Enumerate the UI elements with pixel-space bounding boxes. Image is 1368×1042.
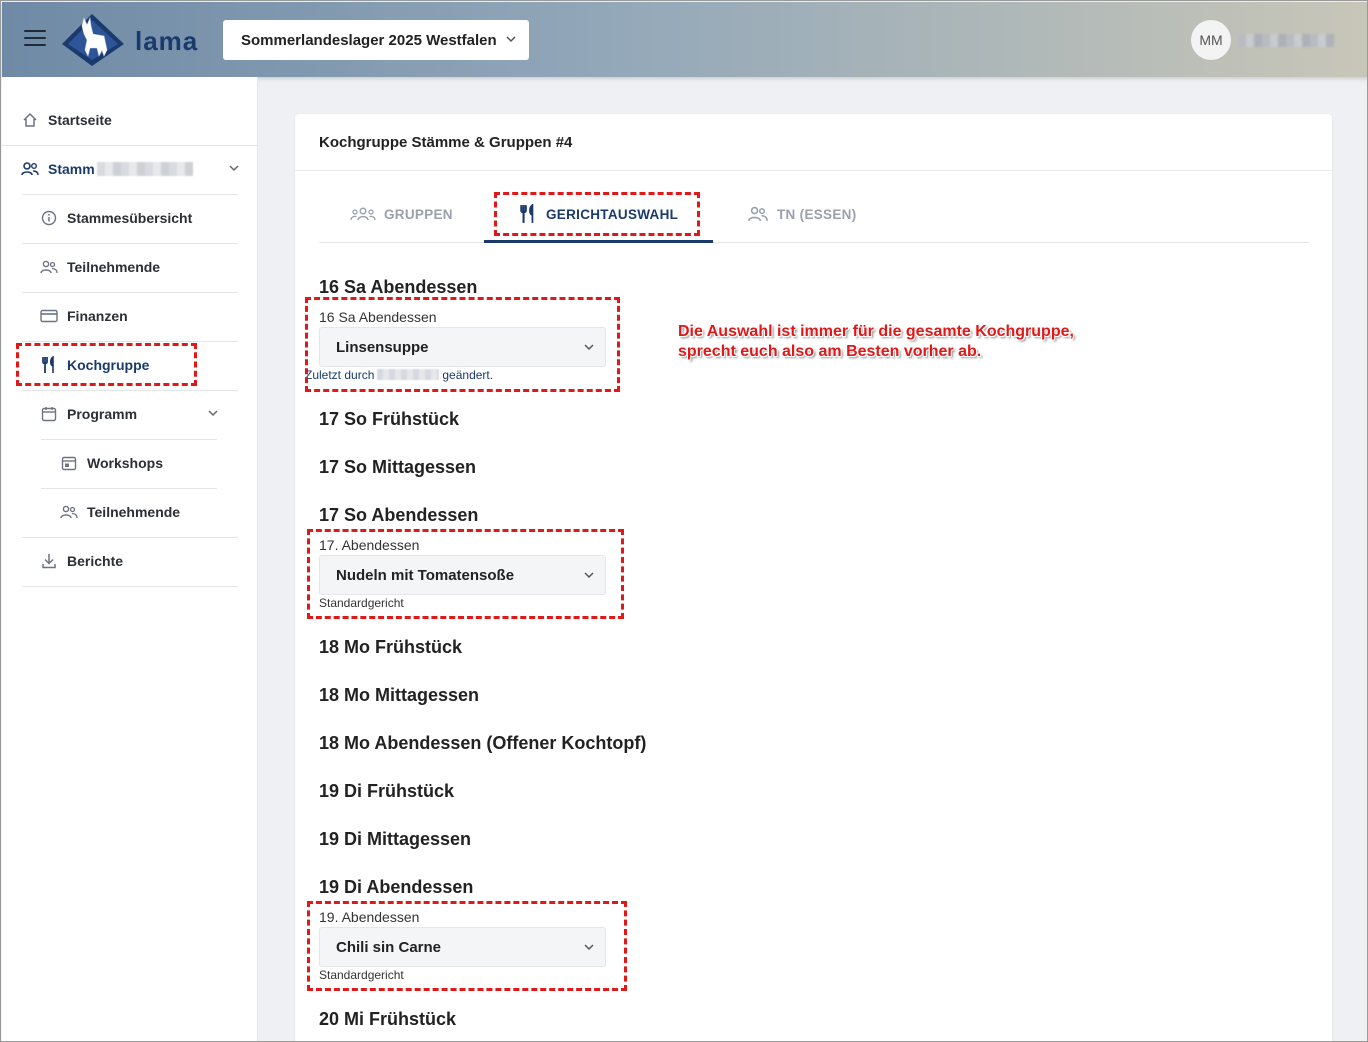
event-select[interactable]: Sommerlandeslager 2025 Westfalen — [223, 20, 529, 60]
meal-heading: 18 Mo Mittagessen — [319, 685, 480, 705]
hint-prefix: Zuletzt durch — [305, 368, 375, 382]
meal-select-label: 19. Abendessen — [319, 909, 420, 925]
hint-suffix: geändert. — [442, 368, 494, 382]
app-window: lama Sommerlandeslager 2025 Westfalen MM… — [0, 0, 1368, 1042]
tab-label: GRUPPEN — [384, 206, 453, 222]
sidebar-item-label: Kochgruppe — [67, 357, 150, 373]
home-icon — [20, 110, 40, 130]
meal-heading: 18 Mo Frühstück — [319, 637, 463, 657]
tab-gerichtauswahl[interactable]: GERICHTAUSWAHL — [518, 192, 678, 236]
annotation-note: Die Auswahl ist immer für die gesamte Ko… — [678, 322, 1074, 362]
sidebar-item-label: Workshops — [87, 455, 163, 471]
meal-heading: 18 Mo Abendessen (Offener Kochtopf) — [319, 733, 647, 753]
kochgruppe-card: Kochgruppe Stämme & Gruppen #4 GRUPPEN G… — [295, 114, 1332, 1041]
fork-knife-icon — [39, 355, 59, 375]
user-name-redacted — [1238, 34, 1334, 47]
default-dish-hint: Standardgericht — [319, 968, 404, 982]
sidebar-item-berichte[interactable]: Berichte — [39, 537, 239, 585]
meal-select-label: 17. Abendessen — [319, 537, 420, 553]
meal-select-value: Nudeln mit Tomatensoße — [336, 566, 515, 584]
calendar-icon — [39, 404, 59, 424]
last-changed-hint: Zuletzt durch geändert. — [305, 368, 493, 382]
sidebar-item-label: Startseite — [48, 112, 112, 128]
people-icon — [747, 206, 769, 222]
annotation-line: sprecht euch also am Besten vorher ab. — [678, 343, 982, 360]
active-tab-indicator — [484, 240, 713, 243]
people-icon — [59, 502, 79, 522]
sidebar-item-programm-teilnehmende[interactable]: Teilnehmende — [59, 488, 219, 536]
credit-card-icon — [39, 306, 59, 326]
sidebar-item-stamm[interactable]: Stamm — [20, 145, 240, 193]
meal-select-value: Chili sin Carne — [336, 938, 442, 956]
sidebar-item-label: Teilnehmende — [67, 259, 161, 275]
sidebar-item-workshops[interactable]: Workshops — [59, 439, 219, 487]
users-icon — [20, 159, 40, 179]
meal-heading: 20 Mi Frühstück — [319, 1009, 457, 1029]
meal-select[interactable]: Chili sin Carne — [319, 927, 606, 967]
page-title: Kochgruppe Stämme & Gruppen #4 — [319, 134, 573, 151]
chevron-down-icon — [584, 572, 594, 579]
user-name-redacted — [377, 369, 440, 380]
meal-heading: 17 So Abendessen — [319, 505, 479, 525]
sidebar-item-kochgruppe[interactable]: Kochgruppe — [39, 341, 239, 389]
chevron-down-icon — [584, 344, 594, 351]
meal-select-value: Linsensuppe — [336, 338, 429, 356]
logo-text: lama — [135, 26, 199, 56]
meal-heading: 19 Di Frühstück — [319, 781, 455, 801]
sidebar-item-label: Stammesübersicht — [67, 210, 193, 226]
groups-icon — [350, 207, 376, 221]
top-bar: lama Sommerlandeslager 2025 Westfalen MM — [2, 2, 1367, 77]
calendar-icon — [59, 453, 79, 473]
sidebar-item-label: Stamm — [48, 161, 95, 177]
meal-heading: 19 Di Abendessen — [319, 877, 474, 897]
event-select-value: Sommerlandeslager 2025 Westfalen — [241, 31, 497, 49]
stamm-name-redacted — [96, 162, 193, 176]
tab-gruppen[interactable]: GRUPPEN — [350, 192, 453, 236]
meal-heading: 16 Sa Abendessen — [319, 277, 478, 297]
annotation-line: Die Auswahl ist immer für die gesamte Ko… — [678, 323, 1074, 340]
meal-select[interactable]: Nudeln mit Tomatensoße — [319, 555, 606, 595]
fork-knife-icon — [518, 204, 538, 224]
sidebar-item-programm[interactable]: Programm — [39, 390, 219, 438]
sidebar-item-finanzen[interactable]: Finanzen — [39, 292, 239, 340]
sidebar-item-label: Teilnehmende — [87, 504, 181, 520]
info-icon — [39, 208, 59, 228]
chevron-down-icon[interactable] — [228, 162, 240, 174]
chevron-down-icon — [506, 36, 516, 43]
sidebar-item-teilnehmende[interactable]: Teilnehmende — [39, 243, 239, 291]
default-dish-hint: Standardgericht — [319, 596, 404, 610]
hamburger-menu-icon[interactable] — [24, 30, 46, 48]
meal-select-label: 16 Sa Abendessen — [319, 309, 437, 325]
tab-label: TN (ESSEN) — [777, 206, 857, 222]
chevron-down-icon — [584, 944, 594, 951]
meal-heading: 17 So Frühstück — [319, 409, 460, 429]
tab-tn-essen[interactable]: TN (ESSEN) — [747, 192, 857, 236]
meal-heading: 17 So Mittagessen — [319, 457, 477, 477]
avatar[interactable]: MM — [1191, 20, 1231, 60]
meal-heading: 19 Di Mittagessen — [319, 829, 472, 849]
download-icon — [39, 551, 59, 571]
people-icon — [39, 257, 59, 277]
sidebar-item-label: Finanzen — [67, 308, 128, 324]
chevron-down-icon[interactable] — [207, 407, 219, 419]
sidebar-item-stammesuebersicht[interactable]: Stammesübersicht — [39, 194, 239, 242]
sidebar-item-label: Berichte — [67, 553, 124, 569]
sidebar-item-label: Programm — [67, 406, 138, 422]
tab-label: GERICHTAUSWAHL — [546, 206, 679, 222]
sidebar: Startseite Stamm Stammesübersicht Teilne… — [2, 77, 258, 1041]
sidebar-item-startseite[interactable]: Startseite — [20, 96, 240, 144]
meal-select[interactable]: Linsensuppe — [319, 327, 606, 367]
